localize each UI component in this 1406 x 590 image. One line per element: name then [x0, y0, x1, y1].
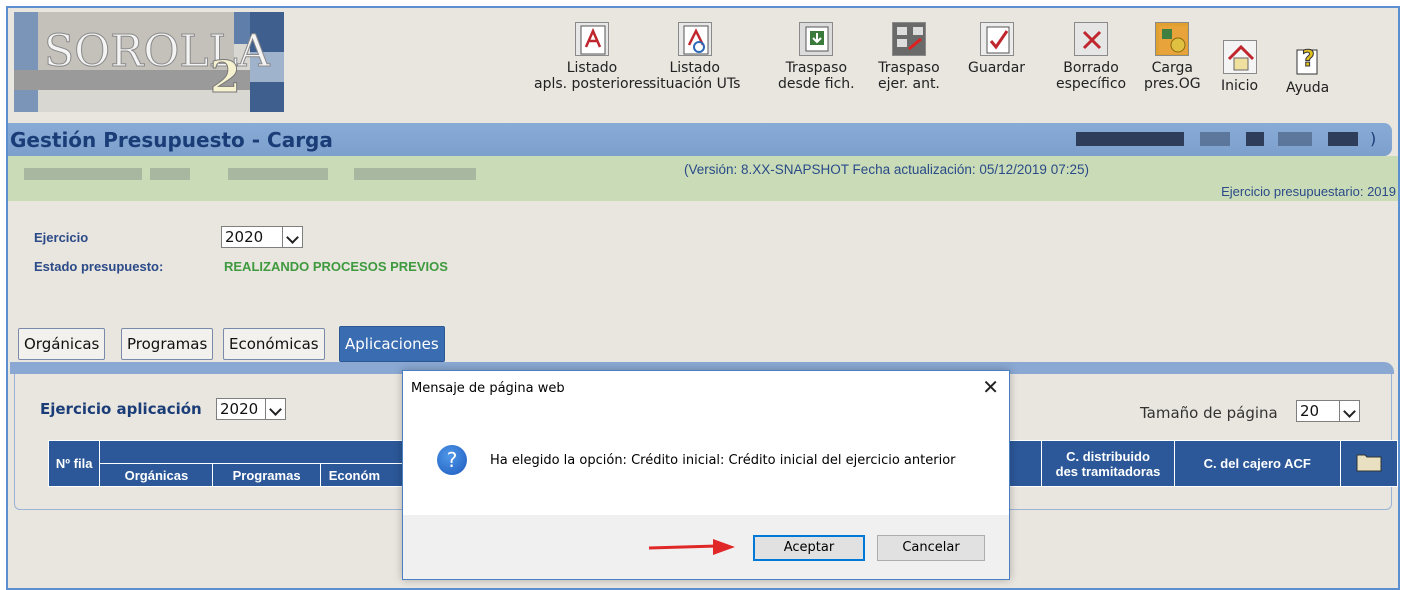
ayuda-button[interactable]: ? Ayuda — [1286, 42, 1330, 97]
inicio-button[interactable]: Inicio — [1221, 40, 1258, 94]
redacted-block — [1278, 132, 1312, 146]
traspaso-fich-button[interactable]: Traspaso desde fich. — [778, 22, 855, 92]
cancelar-button[interactable]: Cancelar — [877, 535, 985, 561]
estado-value: REALIZANDO PROCESOS PREVIOS — [224, 259, 448, 274]
redacted-block — [24, 168, 142, 180]
ejercicio-aplicacion-select[interactable]: 2020 — [216, 398, 286, 420]
redacted-block — [228, 168, 328, 180]
redacted-block — [1200, 132, 1230, 146]
borrado-label-2: específico — [1056, 76, 1127, 92]
tab-economicas[interactable]: Económicas — [223, 328, 325, 360]
col-c-cajero[interactable]: C. del cajero ACF — [1173, 440, 1341, 487]
guardar-label: Guardar — [968, 60, 1026, 76]
col-folder[interactable] — [1339, 440, 1398, 487]
ejercicio-label: Ejercicio — [34, 230, 89, 245]
col-c-distribuido[interactable]: C. distribuido des tramitadoras — [1041, 440, 1175, 487]
listado-posteriores-label-1: Listado — [566, 60, 618, 76]
traspaso-ejer-button[interactable]: Traspaso ejer. ant. — [878, 22, 940, 92]
c-distribuido-line2: des tramitadoras — [1055, 463, 1161, 479]
sorolla-logo: SOROLLA 2 — [14, 12, 284, 112]
close-icon[interactable]: ✕ — [982, 375, 999, 399]
browser-frame: SOROLLA 2 Listado apls. posteriores List… — [6, 6, 1400, 590]
folder-icon[interactable] — [1356, 452, 1382, 472]
listado-situacion-label-2: situación UTs — [649, 76, 741, 92]
carga-label-2: pres.OG — [1144, 76, 1201, 92]
save-check-icon — [979, 22, 1014, 56]
question-icon: ? — [437, 445, 467, 475]
help-icon: ? — [1291, 42, 1325, 76]
transfer-icon — [891, 22, 926, 56]
redacted-block — [1076, 132, 1184, 146]
home-icon — [1222, 40, 1257, 74]
listado-posteriores-label-2: apls. posteriores — [534, 76, 650, 92]
traspaso-ejer-label-1: Traspaso — [878, 60, 940, 76]
red-arrow-icon — [648, 539, 735, 555]
page-title: Gestión Presupuesto - Carga — [10, 128, 333, 152]
delete-icon — [1074, 22, 1109, 56]
tab-programas[interactable]: Programas — [121, 328, 214, 360]
ejercicio-presupuestario: Ejercicio presupuestario: 2019 — [1221, 184, 1396, 199]
confirm-dialog: Mensaje de página web ✕ ? Ha elegido la … — [402, 370, 1010, 580]
ayuda-label: Ayuda — [1286, 80, 1330, 96]
c-distribuido-line1: C. distribuido — [1066, 448, 1150, 464]
guardar-button[interactable]: Guardar — [968, 22, 1025, 76]
redacted-block — [150, 168, 190, 180]
borrado-button[interactable]: Borrado específico — [1056, 22, 1126, 92]
estado-label: Estado presupuesto: — [34, 259, 164, 274]
ejercicio-aplicacion-label: Ejercicio aplicación — [40, 400, 202, 418]
pdf-report-icon — [574, 22, 609, 56]
import-file-icon — [799, 22, 834, 56]
redacted-block — [1328, 132, 1358, 146]
chevron-down-icon — [265, 399, 285, 419]
listado-situacion-label-1: Listado — [669, 60, 720, 76]
svg-text:?: ? — [1302, 47, 1315, 72]
carga-button[interactable]: Carga pres.OG — [1144, 22, 1201, 92]
col-organicas[interactable]: Orgánicas — [99, 463, 214, 487]
ejercicio-aplicacion-value: 2020 — [220, 400, 259, 418]
tab-organicas[interactable]: Orgánicas — [18, 328, 106, 360]
col-nfila[interactable]: Nº fila — [47, 440, 101, 487]
load-budget-icon — [1155, 22, 1190, 56]
traspaso-fich-label-2: desde fich. — [778, 76, 855, 92]
pdf-search-icon — [677, 22, 712, 56]
traspaso-fich-label-1: Traspaso — [785, 60, 848, 76]
dialog-footer: Aceptar Cancelar — [403, 515, 1009, 579]
app-header: SOROLLA 2 Listado apls. posteriores List… — [8, 8, 1398, 118]
svg-text:2: 2 — [210, 52, 241, 103]
version-info: (Versión: 8.XX-SNAPSHOT Fecha actualizac… — [684, 162, 1089, 177]
dialog-title: Mensaje de página web — [411, 381, 565, 396]
ejercicio-value: 2020 — [225, 228, 264, 246]
dialog-message: Ha elegido la opción: Crédito inicial: C… — [490, 453, 956, 468]
title-suffix: ) — [1370, 129, 1377, 148]
tamano-pagina-value: 20 — [1300, 402, 1320, 420]
info-bar: (Versión: 8.XX-SNAPSHOT Fecha actualizac… — [8, 156, 1398, 201]
redacted-block — [1246, 132, 1264, 146]
carga-label-1: Carga — [1151, 60, 1193, 76]
redacted-block — [354, 168, 476, 180]
tab-aplicaciones[interactable]: Aplicaciones — [339, 326, 445, 362]
listado-posteriores-button[interactable]: Listado apls. posteriores — [534, 22, 650, 92]
borrado-label-1: Borrado — [1063, 60, 1119, 76]
tamano-pagina-label: Tamaño de página — [1140, 404, 1278, 422]
listado-situacion-button[interactable]: Listado situación UTs — [649, 22, 740, 92]
inicio-label: Inicio — [1221, 78, 1259, 94]
aceptar-button[interactable]: Aceptar — [753, 535, 865, 561]
traspaso-ejer-label-2: ejer. ant. — [878, 76, 940, 92]
ejercicio-select[interactable]: 2020 — [221, 226, 303, 248]
chevron-down-icon — [1339, 401, 1359, 421]
title-bar: Gestión Presupuesto - Carga ) — [8, 123, 1392, 156]
chevron-down-icon — [282, 227, 302, 247]
col-programas[interactable]: Programas — [212, 463, 321, 487]
tamano-pagina-select[interactable]: 20 — [1296, 400, 1360, 422]
